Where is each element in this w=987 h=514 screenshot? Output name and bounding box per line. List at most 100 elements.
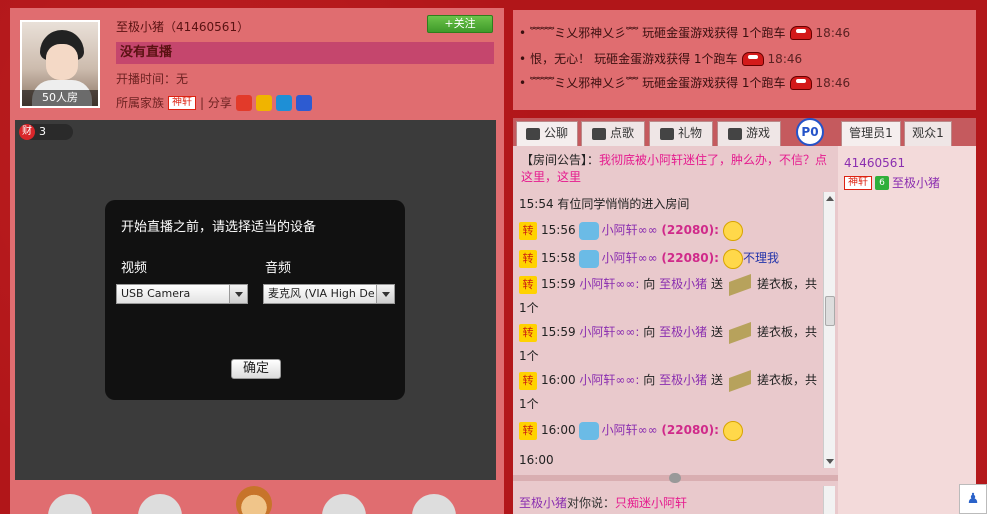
forward-icon[interactable]: 转 xyxy=(519,371,537,390)
notice-user[interactable]: ﹌﹌ミ乂邪神乂彡﹌ xyxy=(530,24,638,41)
private-scrollbar[interactable] xyxy=(823,486,835,514)
chat-message: 转 15:56 小阿轩∞∞ (22080): xyxy=(519,218,819,242)
pengyou-share-icon[interactable] xyxy=(275,94,292,111)
video-device-select[interactable]: USB Camera xyxy=(116,284,248,304)
msg-gift: 搓衣板，共 xyxy=(757,325,818,339)
start-time: 开播时间：无 xyxy=(116,72,189,86)
video-device-value: USB Camera xyxy=(121,287,191,300)
room-count-label: 50人房 xyxy=(22,90,98,106)
follow-button[interactable]: +关注 xyxy=(427,15,493,33)
washboard-icon xyxy=(729,369,751,392)
confirm-button[interactable]: 确定 xyxy=(231,359,281,379)
forward-icon[interactable]: 转 xyxy=(519,421,537,440)
notice-time: 18:46 xyxy=(815,75,851,90)
tab-song-request[interactable]: 点歌 xyxy=(581,121,645,146)
avatar[interactable]: 50人房 xyxy=(20,20,100,108)
notice-item: • ﹌﹌ミ乂邪神乂彡﹌ 玩砸金蛋游戏获得 1个跑车 18:46 xyxy=(519,24,850,41)
msg-target[interactable]: 至极小猪 xyxy=(659,373,707,387)
notice-time: 18:46 xyxy=(815,25,851,40)
qzone-share-icon[interactable] xyxy=(255,94,272,111)
washboard-icon xyxy=(729,321,751,344)
chat-message: 转 15:59 小阿轩∞∞: 向 至极小猪 送 搓衣板，共 1个 xyxy=(519,320,819,368)
notice-text: 玩砸金蛋游戏获得 1个跑车 xyxy=(642,26,786,40)
announcement-prefix: 【房间公告】： xyxy=(521,153,600,167)
tab-gifts[interactable]: 礼物 xyxy=(649,121,713,146)
msg-count: 1个 xyxy=(519,301,539,315)
wealth-value: 3 xyxy=(39,125,46,138)
msg-to: 向 xyxy=(643,325,656,339)
msg-target[interactable]: 至极小猪 xyxy=(659,325,707,339)
msg-count: 1个 xyxy=(519,397,539,411)
msg-user[interactable]: 小阿轩∞∞ xyxy=(602,423,658,437)
audio-label: 音频 xyxy=(265,261,292,276)
user-row[interactable]: 神轩 6 至极小猪 xyxy=(844,174,940,191)
scroll-thumb[interactable] xyxy=(825,296,835,326)
chat-message: 转 16:00 小阿轩∞∞: 向 至极小猪 送 搓衣板，共 1个 xyxy=(519,368,819,416)
family-badge[interactable]: 神轩 xyxy=(168,95,197,110)
seat-slot[interactable] xyxy=(138,494,182,514)
video-stage: 财 3 开始直播之前，请选择适当的设备 视频 音频 USB Camera 麦克风… xyxy=(15,120,496,480)
level-icon: 6 xyxy=(875,175,889,190)
user-name[interactable]: 至极小猪 xyxy=(892,174,940,191)
seat-slot[interactable] xyxy=(412,494,456,514)
private-text: 只痴迷小阿轩 xyxy=(615,496,688,510)
notice-text: 玩砸金蛋游戏获得 1个跑车 xyxy=(642,76,786,90)
gift-icon xyxy=(659,127,674,140)
tab-public-chat[interactable]: 公聊 xyxy=(516,121,578,146)
msg-user[interactable]: 小阿轩∞∞: xyxy=(579,277,639,291)
scroll-up-icon[interactable] xyxy=(826,196,834,201)
tab-audience[interactable]: 观众1 xyxy=(904,121,952,146)
chat-panel: 公聊 点歌 礼物 游戏 P0 【房间公告】：我彻底被小阿轩迷住了，肿么办，不信？… xyxy=(513,118,838,514)
forward-icon[interactable]: 转 xyxy=(519,323,537,342)
user-id[interactable]: 41460561 xyxy=(844,156,905,170)
gamepad-icon xyxy=(727,127,742,140)
msg-time: 16:00 xyxy=(541,373,576,387)
chevron-down-icon[interactable] xyxy=(229,285,247,303)
chat-scrollbar[interactable] xyxy=(823,192,835,468)
washboard-icon xyxy=(729,273,751,296)
seat-slot[interactable] xyxy=(48,494,92,514)
weibo-share-icon[interactable] xyxy=(235,94,252,111)
msg-time: 15:56 xyxy=(541,223,576,237)
forward-icon[interactable]: 转 xyxy=(519,249,537,268)
laughing-icon xyxy=(722,248,743,269)
msg-user[interactable]: 小阿轩∞∞ xyxy=(602,223,658,237)
msg-to: 向 xyxy=(643,373,656,387)
msg-time: 15:58 xyxy=(541,251,576,265)
baidu-share-icon[interactable] xyxy=(295,94,312,111)
splitter-handle[interactable] xyxy=(669,473,681,483)
notice-user[interactable]: 恨，无心！ xyxy=(530,50,590,67)
msg-target[interactable]: 至极小猪 xyxy=(659,277,707,291)
forward-icon[interactable]: 转 xyxy=(519,221,537,240)
mascot-icon[interactable] xyxy=(236,486,272,514)
p-badge[interactable]: P0 xyxy=(796,118,824,146)
notice-item: • 恨，无心！ 玩砸金蛋游戏获得 1个跑车 18:46 xyxy=(519,50,802,67)
anchor-name[interactable]: 至极小猪（41460561） xyxy=(116,18,249,35)
scroll-down-icon[interactable] xyxy=(826,459,834,464)
tab-admins[interactable]: 管理员1 xyxy=(841,121,901,146)
anchor-header: 50人房 至极小猪（41460561） +关注 没有直播 开播时间：无 所属家族… xyxy=(10,8,504,118)
avatar-face xyxy=(46,44,78,80)
chat-message: 16:00 xyxy=(519,453,554,467)
private-message: 至极小猪对你说：只痴迷小阿轩 xyxy=(519,494,687,511)
chevron-down-icon[interactable] xyxy=(376,285,394,303)
person-icon[interactable]: ♟ xyxy=(959,484,987,514)
notice-user[interactable]: ﹌﹌ミ乂邪神乂彡﹌ xyxy=(530,74,638,91)
smiley-icon xyxy=(722,220,743,241)
forward-icon[interactable]: 转 xyxy=(519,275,537,294)
seat-slot[interactable] xyxy=(322,494,366,514)
private-from[interactable]: 至极小猪 xyxy=(519,496,567,510)
tab-games[interactable]: 游戏 xyxy=(717,121,781,146)
chat-splitter[interactable] xyxy=(513,473,838,483)
family-label: 所属家族 xyxy=(116,96,165,110)
audio-device-select[interactable]: 麦克风 (VIA High De xyxy=(263,284,395,304)
tab-label: 公聊 xyxy=(543,126,568,140)
microphone-icon xyxy=(591,127,606,140)
msg-user[interactable]: 小阿轩∞∞ xyxy=(602,251,658,265)
msg-user[interactable]: 小阿轩∞∞: xyxy=(579,325,639,339)
notice-time: 18:46 xyxy=(767,51,803,66)
bullet: • xyxy=(519,25,527,40)
msg-user[interactable]: 小阿轩∞∞: xyxy=(579,373,639,387)
wealth-icon: 财 xyxy=(19,124,35,140)
user-family-badge: 神轩 xyxy=(844,175,872,190)
